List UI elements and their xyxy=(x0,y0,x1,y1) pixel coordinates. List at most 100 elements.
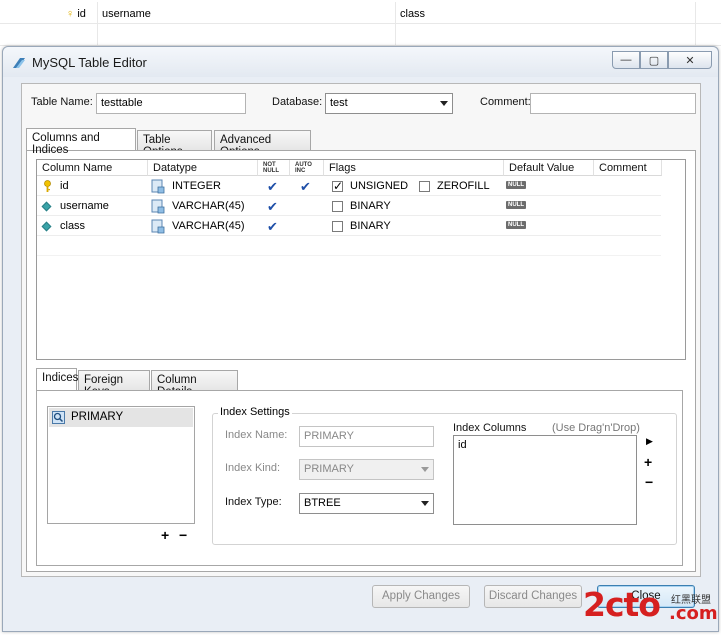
column-header-default-value[interactable]: Default Value xyxy=(504,160,594,176)
background-empty-cell xyxy=(98,24,396,46)
column-header-flags[interactable]: Flags xyxy=(324,160,504,176)
index-list-item-label: PRIMARY xyxy=(71,411,124,423)
maximize-button[interactable]: ▢ xyxy=(640,51,668,69)
column-name-cell[interactable]: id xyxy=(60,177,69,196)
datatype-cell[interactable]: INTEGER xyxy=(172,177,221,196)
add-index-button[interactable]: + xyxy=(161,527,169,543)
auto-inc-check-icon[interactable]: ✔ xyxy=(300,180,311,193)
watermark-suffix: .com xyxy=(669,603,718,624)
default-null-badge[interactable]: NULL xyxy=(506,201,526,209)
index-kind-label: Index Kind: xyxy=(225,462,281,474)
binary-checkbox[interactable] xyxy=(332,221,343,232)
window-controls: — ▢ ✕ xyxy=(612,51,712,69)
binary-label: BINARY xyxy=(350,220,391,232)
tab-foreign-keys[interactable]: Foreign Keys xyxy=(78,370,150,398)
datatype-cell[interactable]: VARCHAR(45) xyxy=(172,197,245,216)
datatype-icon xyxy=(151,199,165,214)
index-kind-select[interactable]: PRIMARY xyxy=(299,459,434,480)
table-name-label: Table Name: xyxy=(31,96,93,108)
apply-changes-button[interactable]: Apply Changes xyxy=(372,585,470,608)
index-columns-hint: (Use Drag'n'Drop) xyxy=(552,422,640,434)
index-kind-value: PRIMARY xyxy=(304,463,354,475)
table-row[interactable]: username VARCHAR(45) ✔ BINARY NULL xyxy=(37,197,661,216)
key-icon: ♀ xyxy=(66,8,75,20)
move-column-arrow-icon[interactable]: ▶ xyxy=(646,436,653,447)
datatype-cell[interactable]: VARCHAR(45) xyxy=(172,217,245,236)
zerofill-checkbox[interactable] xyxy=(419,181,430,192)
not-null-check-icon[interactable]: ✔ xyxy=(267,180,278,193)
columns-indices-panel: Column Name Datatype NOT NULL AUTO INC F… xyxy=(26,150,696,572)
datatype-icon xyxy=(151,179,165,194)
column-header-datatype[interactable]: Datatype xyxy=(148,160,258,176)
column-header-comment[interactable]: Comment xyxy=(594,160,662,176)
tab-column-details[interactable]: Column Details xyxy=(151,370,238,398)
database-label: Database: xyxy=(272,96,323,108)
index-columns-label: Index Columns xyxy=(453,422,527,434)
background-empty-cell xyxy=(396,24,696,46)
unsigned-checkbox[interactable] xyxy=(332,179,343,193)
datatype-icon xyxy=(151,219,165,234)
background-table: ♀ id username class xyxy=(0,0,721,48)
column-header-not-null[interactable]: NOT NULL xyxy=(258,160,290,176)
background-empty-cell xyxy=(0,24,98,46)
remove-index-column-button[interactable]: − xyxy=(645,474,653,490)
watermark-brand: 2cto xyxy=(583,585,661,624)
table-row[interactable]: id INTEGER ✔ ✔ UNSIGNED ZEROFILL NULL xyxy=(37,177,661,196)
default-null-badge[interactable]: NULL xyxy=(506,181,526,189)
index-type-label: Index Type: xyxy=(225,496,282,508)
chevron-down-icon xyxy=(440,101,448,106)
indices-panel: PRIMARY + − Index Settings Index Name: P… xyxy=(36,390,683,566)
background-table-row: ♀ id username class xyxy=(0,2,721,24)
background-cell-username: username xyxy=(98,2,396,24)
column-header-name[interactable]: Column Name xyxy=(37,160,148,176)
binary-checkbox[interactable] xyxy=(332,201,343,212)
discard-changes-button[interactable]: Discard Changes xyxy=(484,585,582,608)
close-window-button[interactable]: ✕ xyxy=(668,51,712,69)
add-index-column-button[interactable]: + xyxy=(644,454,652,470)
index-list[interactable]: PRIMARY xyxy=(47,406,195,524)
index-name-label: Index Name: xyxy=(225,429,288,441)
not-null-check-icon[interactable]: ✔ xyxy=(267,220,278,233)
empty-row[interactable] xyxy=(37,237,661,256)
background-table-row xyxy=(0,24,721,46)
column-header-auto-inc[interactable]: AUTO INC xyxy=(290,160,324,176)
index-name-input[interactable]: PRIMARY xyxy=(299,426,434,447)
index-type-value: BTREE xyxy=(304,497,341,509)
column-diamond-icon xyxy=(41,201,52,212)
tab-columns-and-indices[interactable]: Columns and Indices xyxy=(26,128,136,156)
window-title: MySQL Table Editor xyxy=(32,55,147,70)
list-item[interactable]: id xyxy=(458,439,467,451)
mysql-workbench-icon xyxy=(13,58,25,68)
background-cell-id: id xyxy=(77,8,86,20)
zerofill-label: ZEROFILL xyxy=(437,180,490,192)
column-name-cell[interactable]: class xyxy=(60,217,85,236)
not-null-check-icon[interactable]: ✔ xyxy=(267,200,278,213)
index-type-select[interactable]: BTREE xyxy=(299,493,434,514)
table-name-input[interactable]: testtable xyxy=(96,93,246,114)
comment-label: Comment: xyxy=(480,96,531,108)
title-bar[interactable]: MySQL Table Editor — ▢ ✕ xyxy=(3,47,718,77)
database-select-value: test xyxy=(330,97,348,109)
maximize-icon: ▢ xyxy=(648,54,660,67)
index-columns-list[interactable]: id xyxy=(453,435,637,525)
background-cell-class: class xyxy=(396,2,696,24)
binary-label: BINARY xyxy=(350,200,391,212)
column-diamond-icon xyxy=(41,221,52,232)
list-item[interactable]: PRIMARY xyxy=(49,408,193,427)
tab-indices[interactable]: Indices xyxy=(36,368,78,390)
remove-index-button[interactable]: − xyxy=(179,527,187,543)
tab-advanced-options[interactable]: Advanced Options xyxy=(214,130,311,158)
column-name-cell[interactable]: username xyxy=(60,197,109,216)
columns-grid: Column Name Datatype NOT NULL AUTO INC F… xyxy=(36,159,686,360)
close-icon: ✕ xyxy=(685,54,695,67)
editor-client-area: Table Name: testtable Database: test Com… xyxy=(21,83,701,577)
index-settings-title: Index Settings xyxy=(218,406,292,418)
minimize-button[interactable]: — xyxy=(612,51,640,69)
background-key-cell: ♀ id xyxy=(0,2,98,24)
tab-table-options[interactable]: Table Options xyxy=(137,130,212,158)
database-select[interactable]: test xyxy=(325,93,453,114)
table-row[interactable]: class VARCHAR(45) ✔ BINARY NULL xyxy=(37,217,661,236)
unsigned-label: UNSIGNED xyxy=(350,180,409,192)
default-null-badge[interactable]: NULL xyxy=(506,221,526,229)
comment-input[interactable] xyxy=(530,93,696,114)
